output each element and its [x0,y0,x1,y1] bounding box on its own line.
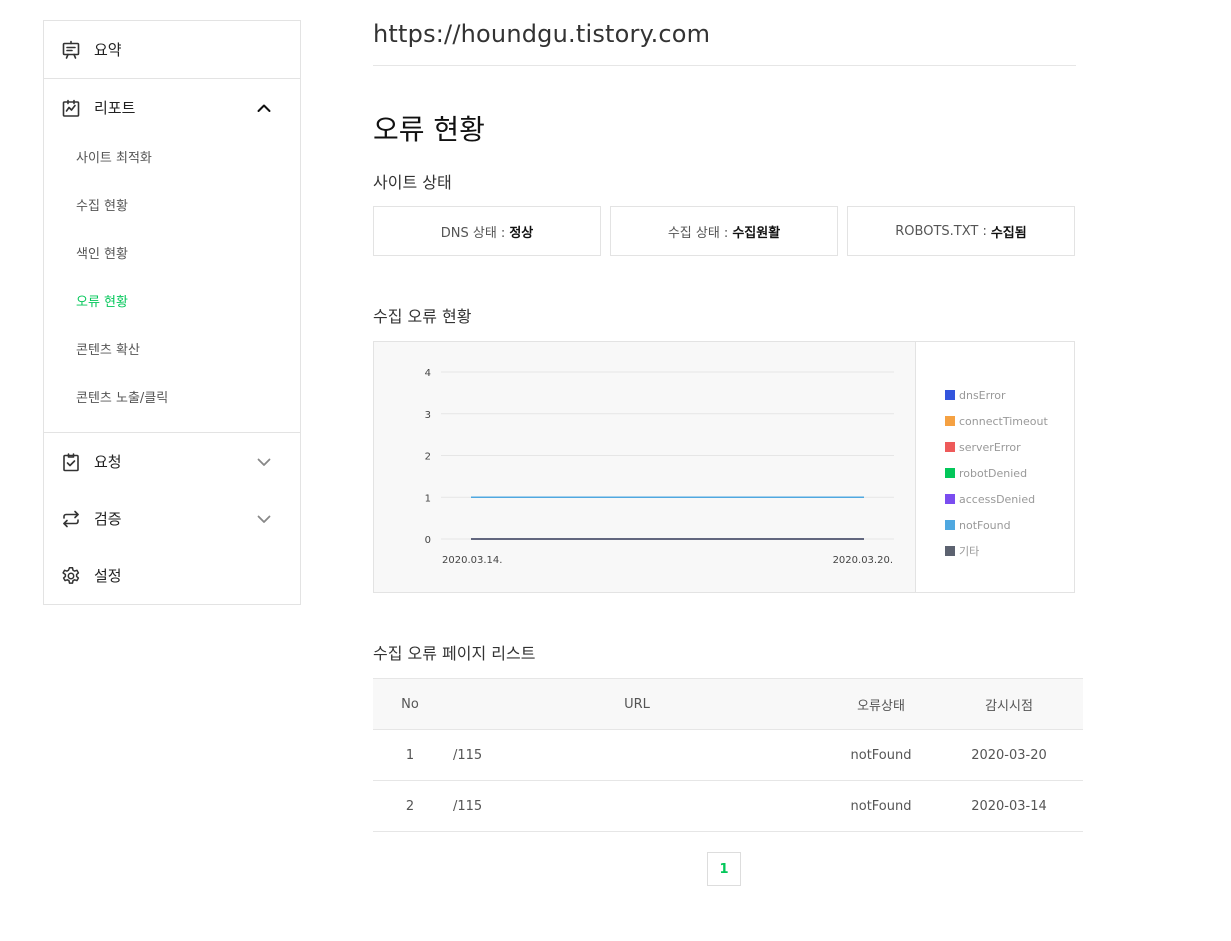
robots-status-card: ROBOTS.TXT : 수집됨 [847,206,1075,256]
legend-item[interactable]: robotDenied [945,460,1074,486]
legend-item[interactable]: 기타 [945,538,1074,564]
dns-status-card: DNS 상태 : 정상 [373,206,601,256]
dns-status-value: 정상 [509,225,534,241]
legend-label: connectTimeout [959,414,1048,428]
line-chart: 0 1 2 3 4 2020.03.14. 2020.03.20. [425,368,894,566]
report-submenu: 사이트 최적화 수집 현황 색인 현황 오류 현황 콘텐츠 확산 콘텐츠 노출/… [44,132,300,432]
legend-item[interactable]: dnsError [945,382,1074,408]
crawl-error-title: 수집 오류 현황 [373,307,472,326]
legend-item[interactable]: serverError [945,434,1074,460]
y-tick-label: 4 [425,368,431,379]
row-url[interactable]: /115 [447,729,827,781]
clipboard-check-icon [61,452,81,472]
robots-status-value: 수집됨 [990,225,1027,241]
sidebar-item-verify[interactable]: 검증 [44,490,300,547]
sidebar-item-report[interactable]: 리포트 [44,79,300,136]
report-chart-icon [61,98,81,118]
legend-item[interactable]: notFound [945,512,1074,538]
dns-status-label: DNS 상태 : [440,225,506,241]
legend-item[interactable]: connectTimeout [945,408,1074,434]
row-no: 1 [373,729,447,781]
row-date: 2020-03-14 [935,780,1083,832]
sidebar-item-site-optimization[interactable]: 사이트 최적화 [44,132,300,180]
row-status: notFound [827,729,935,781]
sidebar-nav: 요약 리포트 사이트 최적화 수집 현황 색인 현황 오류 현황 콘텐츠 확산 … [43,20,301,605]
row-url[interactable]: /115 [447,780,827,832]
error-list-title: 수집 오류 페이지 리스트 [373,644,536,663]
sidebar-report-label: 리포트 [94,99,136,117]
legend-swatch [945,546,955,556]
presentation-icon [61,40,81,60]
legend-swatch [945,468,955,478]
repeat-arrows-icon [61,509,81,529]
sidebar-item-request[interactable]: 요청 [44,433,300,490]
site-status-title: 사이트 상태 [373,173,452,192]
y-tick-label: 1 [425,493,431,504]
sidebar-item-index-status[interactable]: 색인 현황 [44,228,300,276]
col-no-header: No [373,678,447,730]
col-url-header: URL [447,678,827,730]
legend-label: robotDenied [959,466,1028,480]
y-tick-label: 2 [425,452,431,463]
sidebar-item-crawl-status[interactable]: 수집 현황 [44,180,300,228]
row-date: 2020-03-20 [935,729,1083,781]
robots-status-label: ROBOTS.TXT : [895,223,987,239]
table-row[interactable]: 2 /115 notFound 2020-03-14 [373,780,1083,832]
divider [373,65,1076,66]
legend-item[interactable]: accessDenied [945,486,1074,512]
row-no: 2 [373,780,447,832]
sidebar-settings-label: 설정 [94,567,122,585]
row-status: notFound [827,780,935,832]
col-date-header: 감시시점 [935,678,1083,730]
legend-label: accessDenied [959,492,1036,506]
legend-swatch [945,416,955,426]
crawl-status-value: 수집원활 [732,225,781,241]
gear-icon [61,566,81,586]
chevron-down-icon[interactable] [256,511,272,527]
pagination-page-button[interactable]: 1 [707,852,741,886]
col-status-header: 오류상태 [827,678,935,730]
sidebar-summary-label: 요약 [94,41,122,59]
legend-label: 기타 [959,545,980,558]
crawl-error-chart: 0 1 2 3 4 2020.03.14. 2020.03.20. dnsError conn… [373,341,1075,593]
crawl-status-label: 수집 상태 : [667,225,729,241]
x-tick-label: 2020.03.20. [833,555,893,566]
legend-label: dnsError [959,388,1006,402]
legend-label: serverError [959,440,1021,454]
page-title: 오류 현황 [373,113,485,146]
chart-plot-area: 0 1 2 3 4 2020.03.14. 2020.03.20. [374,342,916,592]
legend-label: notFound [959,518,1011,532]
chevron-up-icon[interactable] [256,100,272,116]
sidebar-verify-label: 검증 [94,510,122,528]
sidebar-item-content-exposure[interactable]: 콘텐츠 노출/클릭 [44,372,300,420]
x-tick-label: 2020.03.14. [442,555,502,566]
legend-swatch [945,442,955,452]
site-url: https://houndgu.tistory.com [373,20,711,48]
sidebar-item-error-status[interactable]: 오류 현황 [44,276,300,324]
table-row[interactable]: 1 /115 notFound 2020-03-20 [373,729,1083,781]
chart-legend: dnsError connectTimeout serverError robotDe… [916,342,1074,592]
chevron-down-icon[interactable] [256,454,272,470]
y-tick-label: 0 [425,535,431,546]
site-status-cards: DNS 상태 : 정상 수집 상태 : 수집원활 ROBOTS.TXT : 수집… [373,206,1075,256]
sidebar-item-settings[interactable]: 설정 [44,547,300,604]
sidebar-item-content-spread[interactable]: 콘텐츠 확산 [44,324,300,372]
legend-swatch [945,494,955,504]
y-tick-label: 3 [425,410,431,421]
error-page-table: No URL 오류상태 감시시점 1 /115 notFound 2020-03… [373,678,1083,832]
table-header-row: No URL 오류상태 감시시점 [373,678,1083,730]
crawl-status-card: 수집 상태 : 수집원활 [610,206,838,256]
legend-swatch [945,390,955,400]
legend-swatch [945,520,955,530]
sidebar-item-summary[interactable]: 요약 [44,21,300,78]
sidebar-request-label: 요청 [94,453,122,471]
